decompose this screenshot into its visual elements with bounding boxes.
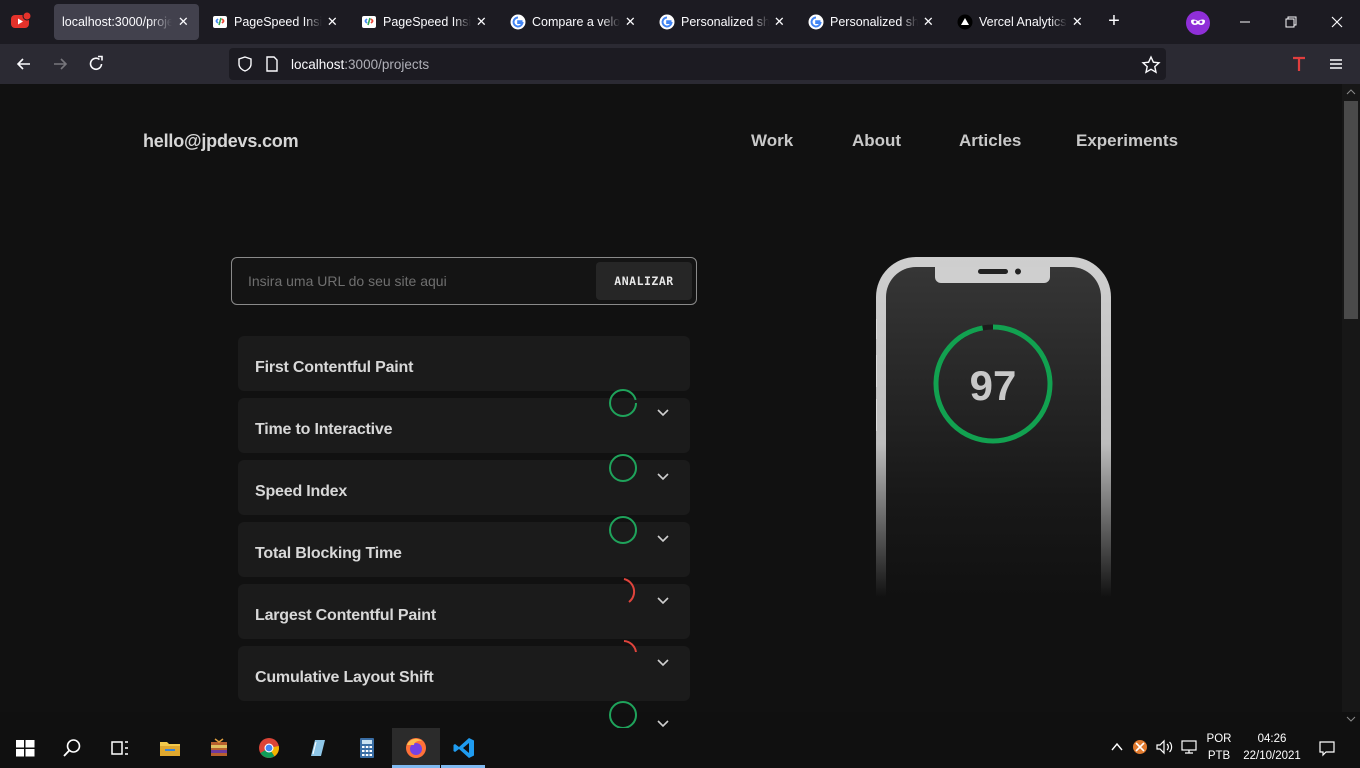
metric-status-good-icon [609, 516, 637, 544]
tab-pagespeed-1[interactable]: PageSpeed Insights ✕ [204, 4, 347, 40]
volume-icon[interactable] [1155, 739, 1175, 755]
pagespeed-icon [362, 16, 376, 28]
firefox-icon[interactable] [404, 736, 428, 760]
pagespeed-icon [213, 16, 227, 28]
metric-label: Time to Interactive [255, 421, 393, 438]
chevron-down-icon[interactable] [656, 593, 670, 607]
scroll-up-icon[interactable] [1345, 87, 1357, 97]
restore-icon[interactable] [1281, 12, 1301, 32]
metric-status-poor-icon [623, 578, 636, 603]
task-view-icon[interactable] [108, 736, 132, 760]
analyze-button[interactable]: ANALIZAR [596, 262, 692, 300]
tab-google-shopping-2[interactable]: Personalized shopping ✕ [800, 4, 943, 40]
language-indicator-top[interactable]: POR [1204, 733, 1234, 745]
tab-title: Compare a velocidade [532, 15, 620, 29]
chevron-down-icon[interactable] [656, 405, 670, 419]
vscode-icon[interactable] [452, 736, 476, 760]
nav-link-experiments[interactable]: Experiments [1076, 131, 1178, 151]
url-analyze-form: ANALIZAR [231, 257, 697, 305]
chevron-down-icon[interactable] [656, 469, 670, 483]
performance-score: 97 [969, 362, 1017, 409]
language-indicator-bottom[interactable]: PTB [1204, 750, 1234, 762]
url-path: :3000/projects [344, 57, 430, 72]
close-icon[interactable]: ✕ [326, 14, 339, 30]
vercel-icon [957, 14, 973, 30]
google-icon [808, 14, 824, 30]
forward-arrow-icon[interactable] [50, 54, 70, 74]
metric-label: First Contentful Paint [255, 359, 414, 376]
tab-title: Personalized shopping [830, 15, 918, 29]
metric-status-good-icon [609, 454, 637, 482]
calculator-icon[interactable] [355, 736, 379, 760]
search-icon[interactable] [60, 736, 84, 760]
file-explorer-icon[interactable] [158, 736, 182, 760]
private-mask-icon[interactable] [1186, 11, 1210, 35]
metric-status-good-icon [609, 701, 637, 728]
url-host: localhost [291, 57, 345, 72]
tab-title: localhost:3000/projects [62, 15, 172, 29]
bookmark-star-icon[interactable] [1141, 55, 1161, 75]
tab-google-compare[interactable]: Compare a velocidade ✕ [502, 4, 645, 40]
nav-link-about[interactable]: About [852, 131, 901, 151]
metric-label: Largest Contentful Paint [255, 607, 436, 624]
mask-glyph-icon [1191, 19, 1205, 25]
metric-label: Cumulative Layout Shift [255, 669, 434, 686]
notepad-icon[interactable] [305, 736, 329, 760]
youtube-extension-icon[interactable] [10, 10, 32, 32]
url-text[interactable]: localhost:3000/projects [291, 57, 429, 72]
close-icon[interactable]: ✕ [475, 14, 488, 30]
scroll-down-icon[interactable] [1345, 714, 1357, 724]
close-icon[interactable]: ✕ [1071, 14, 1084, 30]
antivirus-tray-icon[interactable] [1131, 738, 1149, 756]
tab-title: PageSpeed Insights [383, 15, 471, 29]
close-window-icon[interactable] [1327, 12, 1347, 32]
clock-date[interactable]: 22/10/2021 [1240, 750, 1304, 762]
tab-pagespeed-2[interactable]: PageSpeed Insights ✕ [353, 4, 496, 40]
clock-time[interactable]: 04:26 [1240, 733, 1304, 745]
metric-status-poor-icon [623, 640, 637, 653]
metric-status-good-icon [609, 389, 637, 417]
minimize-icon[interactable] [1235, 12, 1255, 32]
chevron-down-icon[interactable] [656, 531, 670, 545]
hamburger-menu-icon[interactable] [1326, 54, 1346, 74]
chevron-down-icon[interactable] [656, 717, 670, 728]
tab-google-shopping-1[interactable]: Personalized shopping ✕ [651, 4, 794, 40]
scrollbar-thumb[interactable] [1344, 101, 1358, 319]
nav-link-work[interactable]: Work [751, 131, 793, 151]
chevron-up-icon[interactable] [1110, 741, 1124, 753]
chrome-icon[interactable] [257, 736, 281, 760]
metric-label: Speed Index [255, 483, 348, 500]
tab-title: Vercel Analytics – [979, 15, 1067, 29]
metric-label: Total Blocking Time [255, 545, 402, 562]
close-icon[interactable]: ✕ [624, 14, 637, 30]
network-icon[interactable] [1180, 739, 1198, 755]
back-arrow-icon[interactable] [14, 54, 34, 74]
tab-title: PageSpeed Insights [234, 15, 322, 29]
chevron-down-icon[interactable] [656, 655, 670, 669]
new-tab-button[interactable]: + [1104, 11, 1124, 32]
page-icon [266, 56, 278, 72]
winrar-icon[interactable] [207, 736, 231, 760]
close-icon[interactable]: ✕ [922, 14, 935, 30]
site-email-link[interactable]: hello@jpdevs.com [143, 131, 299, 152]
extension-t-icon[interactable] [1289, 54, 1309, 74]
nav-link-articles[interactable]: Articles [959, 131, 1021, 151]
google-icon [659, 14, 675, 30]
close-icon[interactable]: ✕ [773, 14, 786, 30]
site-url-input[interactable] [248, 258, 588, 304]
tab-vercel-analytics[interactable]: Vercel Analytics – ✕ [949, 4, 1092, 40]
windows-start-icon[interactable] [13, 736, 37, 760]
reload-icon[interactable] [86, 54, 106, 74]
shield-icon[interactable] [236, 55, 254, 73]
notifications-icon[interactable] [1318, 739, 1336, 757]
metric-card-fcp[interactable]: First Contentful Paint [238, 336, 690, 391]
google-icon [510, 14, 526, 30]
close-icon[interactable]: ✕ [176, 14, 191, 30]
tab-localhost[interactable]: localhost:3000/projects ✕ [54, 4, 199, 40]
tab-title: Personalized shopping [681, 15, 769, 29]
